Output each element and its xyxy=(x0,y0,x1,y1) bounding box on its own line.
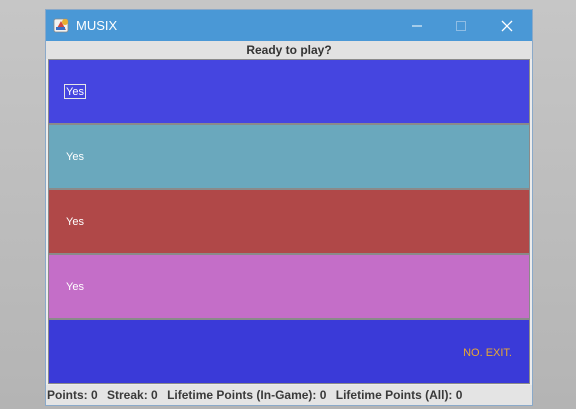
yes-button-3[interactable]: Yes xyxy=(64,214,86,229)
lifetime-all-label: Lifetime Points (All): 0 xyxy=(335,388,463,402)
yes-button-2[interactable]: Yes xyxy=(64,149,86,164)
option-panel-3[interactable]: Yes xyxy=(48,189,530,254)
minimize-button[interactable] xyxy=(395,10,439,41)
title-bar[interactable]: MUSIX xyxy=(46,10,532,41)
option-panel-1[interactable]: Yes xyxy=(48,59,530,124)
exit-button[interactable]: NO. EXIT. xyxy=(463,346,512,360)
yes-button-1[interactable]: Yes xyxy=(64,84,86,99)
exit-panel[interactable]: NO. EXIT. xyxy=(48,319,530,384)
yes-button-4[interactable]: Yes xyxy=(64,279,86,294)
ready-prompt: Ready to play? xyxy=(46,41,532,59)
close-icon xyxy=(501,20,513,31)
maximize-button[interactable] xyxy=(439,10,483,41)
app-icon xyxy=(53,16,71,34)
maximize-icon xyxy=(456,20,466,31)
points-label: Points: 0 xyxy=(47,388,98,402)
option-panel-4[interactable]: Yes xyxy=(48,254,530,319)
close-button[interactable] xyxy=(485,10,529,41)
window-title: MUSIX xyxy=(76,18,118,33)
app-window: MUSIX Ready to play? Yes Yes Yes Yes NO.… xyxy=(46,10,532,405)
option-panel-2[interactable]: Yes xyxy=(48,124,530,189)
status-bar: Points: 0 Streak: 0 Lifetime Points (In-… xyxy=(46,385,532,405)
lifetime-in-game-label: Lifetime Points (In-Game): 0 xyxy=(167,388,327,402)
streak-label: Streak: 0 xyxy=(107,388,158,402)
minimize-icon xyxy=(412,25,422,26)
